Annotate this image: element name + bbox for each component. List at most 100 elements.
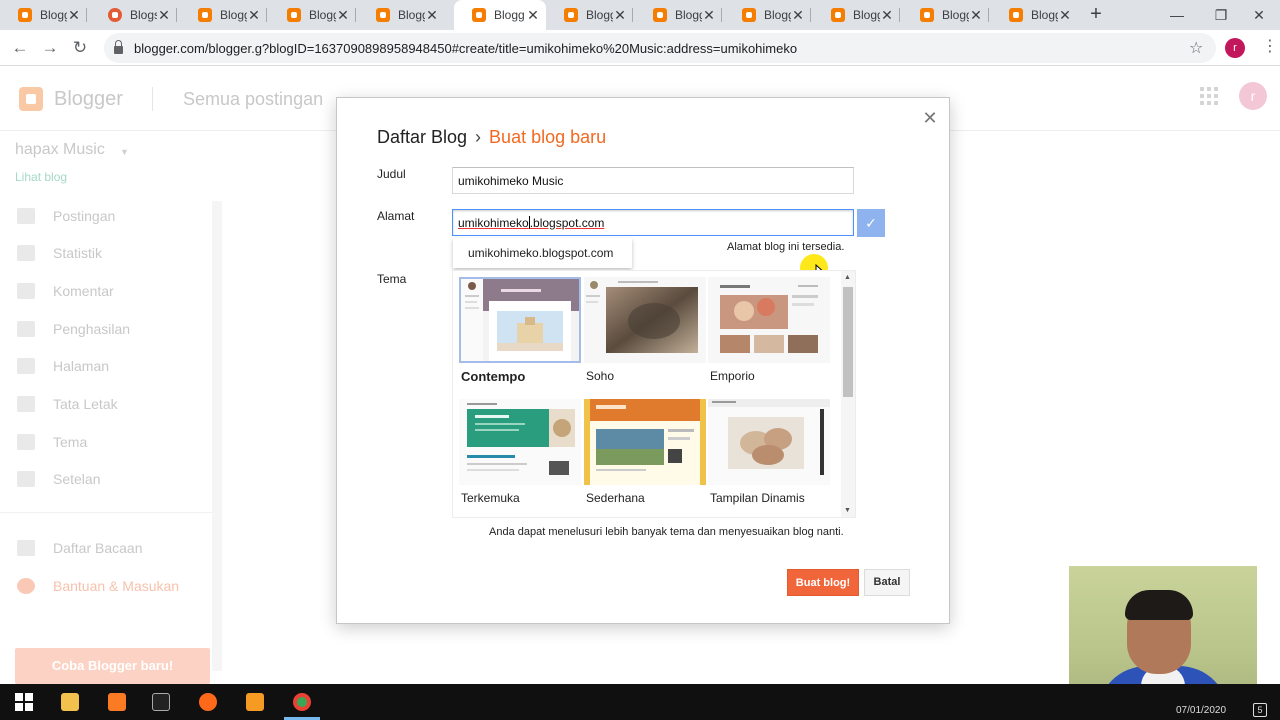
close-tab-icon[interactable]: ✕ (425, 7, 439, 24)
sidebar-item-stats[interactable]: Statistik (17, 241, 207, 265)
sidebar-item-pages[interactable]: Halaman (17, 354, 207, 378)
theme-name: Soho (586, 369, 615, 383)
browser-tab[interactable]: Blogg✕ (269, 0, 356, 30)
theme-name: Sederhana (586, 491, 645, 505)
address-suggestion[interactable]: umikohimeko.blogspot.com (453, 238, 632, 268)
sidebar: hapax Music ▼ Lihat blog Postingan Stati… (0, 131, 224, 684)
cancel-button[interactable]: Batal (864, 569, 910, 596)
close-tab-icon[interactable]: ✕ (880, 7, 894, 24)
sidebar-scrollbar[interactable] (212, 201, 222, 671)
browser-tab[interactable]: Blogs✕ (90, 0, 177, 30)
bookmark-star-icon[interactable]: ☆ (1189, 38, 1203, 58)
back-icon[interactable]: ← (10, 38, 30, 58)
close-tab-icon[interactable]: ✕ (791, 7, 805, 24)
xampp-icon[interactable] (108, 693, 126, 711)
sidebar-item-layout[interactable]: Tata Letak (17, 392, 207, 416)
windows-taskbar: 07/01/2020 5 (0, 684, 1280, 720)
breadcrumb-blog-list[interactable]: Daftar Blog (377, 127, 467, 147)
blog-selector[interactable]: hapax Music (15, 141, 105, 159)
blogger-icon (472, 8, 486, 22)
sidebar-divider (0, 512, 212, 513)
scroll-down-icon[interactable]: ▼ (844, 507, 851, 514)
windows-start-icon[interactable] (15, 693, 33, 711)
scrollbar-thumb[interactable] (843, 287, 853, 397)
theme-name: Tampilan Dinamis (710, 491, 805, 505)
theme-thumbnail (584, 277, 706, 363)
theme-icon (17, 434, 35, 450)
browser-menu-icon[interactable]: ⋮ (1262, 39, 1278, 55)
breadcrumb-separator: › (475, 127, 482, 147)
sidebar-item-theme[interactable]: Tema (17, 430, 207, 454)
sidebar-item-comments[interactable]: Komentar (17, 279, 207, 303)
reading-list-icon (17, 540, 35, 556)
browser-tab[interactable]: Blogg✕ (902, 0, 989, 30)
minimize-icon[interactable]: — (1154, 0, 1200, 30)
close-window-icon[interactable]: ✕ (1236, 0, 1280, 30)
view-blog-link[interactable]: Lihat blog (15, 170, 67, 184)
blogger-icon (653, 8, 667, 22)
address-bar[interactable]: blogger.com/blogger.g?blogID=16370908989… (104, 33, 1216, 63)
earnings-icon (17, 321, 35, 337)
chevron-down-icon[interactable]: ▼ (120, 147, 129, 157)
theme-name: Emporio (710, 369, 755, 383)
blogger-logo-icon (19, 87, 43, 111)
sidebar-item-settings[interactable]: Setelan (17, 467, 207, 491)
scroll-up-icon[interactable]: ▲ (844, 274, 851, 281)
pages-icon (17, 358, 35, 374)
comments-icon (17, 283, 35, 299)
check-icon[interactable]: ✓ (857, 209, 885, 237)
close-tab-icon[interactable]: ✕ (613, 7, 627, 24)
close-tab-icon[interactable]: ✕ (67, 7, 81, 24)
browser-tab[interactable]: Blogg✕ (0, 0, 87, 30)
browser-tab[interactable]: Blogg✕ (991, 0, 1078, 30)
close-tab-icon[interactable]: ✕ (702, 7, 716, 24)
blogger-icon (564, 8, 578, 22)
avatar[interactable]: r (1239, 82, 1267, 110)
help-icon (17, 578, 35, 594)
terminal-icon[interactable] (152, 693, 170, 711)
close-icon[interactable]: ✕ (922, 108, 938, 129)
browser-tab[interactable]: Blogg✕ (635, 0, 722, 30)
browser-tab-active[interactable]: Blogg ✕ (454, 0, 546, 30)
sidebar-item-reading-list[interactable]: Daftar Bacaan (17, 536, 207, 560)
try-new-blogger-button[interactable]: Coba Blogger baru! (15, 648, 210, 684)
close-tab-icon[interactable]: ✕ (336, 7, 350, 24)
theme-picker-scrollbar[interactable]: ▲ ▼ (841, 271, 855, 517)
browser-tab[interactable]: Blogg✕ (546, 0, 633, 30)
address-label: Alamat (377, 209, 415, 223)
close-tab-icon[interactable]: ✕ (157, 7, 171, 24)
lock-icon (114, 40, 123, 54)
close-tab-icon[interactable]: ✕ (247, 7, 261, 24)
apps-grid-icon[interactable] (1200, 87, 1218, 105)
soho-preview-image (584, 277, 706, 363)
create-blog-button[interactable]: Buat blog! (787, 569, 859, 596)
browser-tab[interactable]: Blogg✕ (358, 0, 445, 30)
browser-tab[interactable]: Blogg✕ (724, 0, 811, 30)
close-tab-icon[interactable]: ✕ (1058, 7, 1072, 24)
new-tab-icon[interactable]: + (1086, 4, 1106, 24)
close-tab-icon[interactable]: ✕ (969, 7, 983, 24)
file-explorer-icon[interactable] (61, 693, 79, 711)
notification-center-icon[interactable]: 5 (1253, 703, 1267, 717)
address-field[interactable]: umikohimeko .blogspot.com (452, 209, 854, 236)
blogger-icon (287, 8, 301, 22)
title-field[interactable]: umikohimeko Music (452, 167, 854, 194)
theme-thumbnail (708, 399, 830, 485)
sidebar-item-help[interactable]: Bantuan & Masukan (17, 574, 207, 598)
breadcrumb: Daftar Blog › Buat blog baru (377, 127, 606, 148)
firefox-icon[interactable] (199, 693, 217, 711)
close-tab-icon[interactable]: ✕ (526, 7, 540, 24)
sidebar-item-earnings[interactable]: Penghasilan (17, 317, 207, 341)
forward-icon[interactable]: → (40, 38, 60, 58)
sidebar-item-posts[interactable]: Postingan (17, 204, 207, 228)
theme-label: Tema (377, 272, 407, 286)
create-blog-dialog: ✕ Daftar Blog › Buat blog baru Judul umiko… (336, 97, 950, 624)
browser-tab[interactable]: Blogg✕ (180, 0, 267, 30)
sublime-text-icon[interactable] (246, 693, 264, 711)
browser-tab[interactable]: Blogg✕ (813, 0, 900, 30)
reload-icon[interactable]: ↻ (70, 38, 90, 58)
app-name: Blogger (54, 88, 123, 110)
profile-avatar[interactable]: r (1225, 38, 1245, 58)
theme-thumbnail (459, 277, 581, 363)
chrome-icon[interactable] (293, 693, 311, 711)
